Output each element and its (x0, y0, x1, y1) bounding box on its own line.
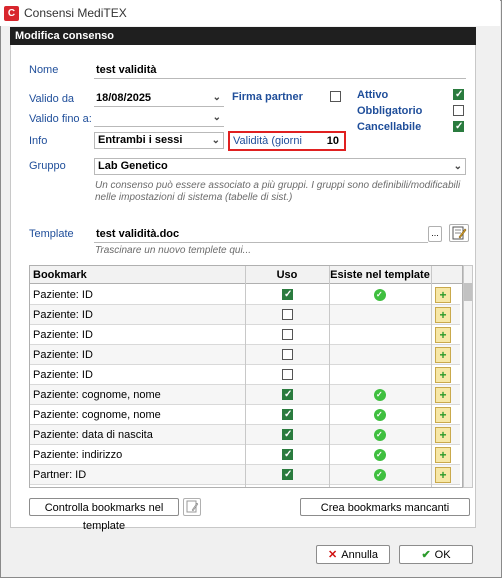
chevron-down-icon[interactable]: ⌄ (213, 90, 221, 105)
controlla-edit-button[interactable] (183, 498, 201, 516)
uso-checkbox[interactable] (282, 349, 293, 360)
window-title: Consensi MediTEX (24, 6, 127, 20)
bookmark-cell: Paziente: ID (33, 349, 93, 361)
checkmark-icon: ✔ (421, 549, 431, 561)
ok-button[interactable]: ✔ OK (399, 545, 473, 564)
template-input[interactable]: test validità.doc (94, 226, 428, 243)
bookmark-cell: Paziente: cognome, nome (33, 409, 161, 421)
meditex-app-icon: C (4, 6, 19, 21)
bookmark-cell: Paziente: data di nascita (33, 429, 153, 441)
validita-value[interactable]: 10 (327, 135, 339, 147)
uso-checkbox[interactable] (282, 389, 293, 400)
add-bookmark-icon[interactable]: + (435, 387, 451, 403)
bookmark-cell: Paziente: ID (33, 369, 93, 381)
uso-checkbox[interactable] (282, 329, 293, 340)
add-bookmark-icon[interactable]: + (435, 367, 451, 383)
obbligatorio-checkbox[interactable] (453, 105, 464, 116)
add-bookmark-icon[interactable]: + (435, 447, 451, 463)
add-bookmark-icon[interactable]: + (435, 467, 451, 483)
bookmark-cell: Partner: ID (33, 469, 87, 481)
add-bookmark-icon[interactable]: + (435, 307, 451, 323)
valido-da-value: 18/08/2025 (96, 92, 152, 104)
nome-input[interactable]: test validità (94, 62, 466, 79)
add-bookmark-icon[interactable]: + (435, 427, 451, 443)
firma-partner-label: Firma partner (232, 91, 303, 103)
template-browse-button[interactable]: ... (428, 226, 442, 242)
column-divider (329, 266, 330, 487)
column-divider (431, 266, 432, 487)
bookmark-cell: Paziente: ID (33, 329, 93, 341)
template-hint: Trascinare un nuovo templete qui... (95, 245, 252, 256)
uso-checkbox[interactable] (282, 309, 293, 320)
chevron-down-icon[interactable]: ⌄ (213, 110, 221, 125)
info-label: Info (29, 135, 48, 147)
attivo-label: Attivo (357, 89, 389, 101)
exists-check-icon (374, 429, 386, 441)
add-bookmark-icon[interactable]: + (435, 287, 451, 303)
valido-da-input[interactable]: 18/08/2025 ⌄ (94, 90, 224, 107)
exists-check-icon (374, 469, 386, 481)
add-bookmark-icon[interactable]: + (435, 327, 451, 343)
valido-da-label: Valido da (29, 93, 75, 105)
exists-check-icon (374, 449, 386, 461)
column-divider (245, 266, 246, 487)
header-uso[interactable]: Uso (245, 266, 329, 284)
bookmark-cell: Paziente: ID (33, 289, 93, 301)
header-esiste[interactable]: Esiste nel template (329, 266, 431, 284)
validita-field[interactable]: Validità (giorni 10 (228, 131, 346, 151)
uso-checkbox[interactable] (282, 409, 293, 420)
ok-label: OK (434, 549, 451, 561)
attivo-checkbox[interactable] (453, 89, 464, 100)
title-bar: C Consensi MediTEX (0, 0, 500, 26)
uso-checkbox[interactable] (282, 429, 293, 440)
template-label: Template (29, 228, 74, 240)
bookmark-table: Bookmark Uso Esiste nel template Pazient… (29, 265, 463, 488)
gruppo-hint: Un consenso può essere associato a più g… (95, 180, 461, 203)
cancellabile-label: Cancellabile (357, 121, 422, 133)
chevron-down-icon[interactable]: ⌄ (454, 159, 462, 174)
exists-check-icon (374, 289, 386, 301)
obbligatorio-label: Obbligatorio (357, 105, 423, 117)
validita-label: Validità (giorni (233, 135, 302, 147)
dialog-title: Modifica consenso (10, 27, 476, 45)
scrollbar-thumb[interactable] (464, 283, 472, 301)
bookmark-cell: Paziente: indirizzo (33, 449, 123, 461)
info-select[interactable]: Entrambi i sessi ⌄ (94, 132, 224, 149)
annulla-button[interactable]: ✕ Annulla (316, 545, 390, 564)
exists-check-icon (374, 409, 386, 421)
header-bookmark[interactable]: Bookmark (30, 266, 245, 284)
crea-bookmarks-button[interactable]: Crea bookmarks mancanti (300, 498, 470, 516)
valido-fino-label: Valido fino a: (29, 113, 92, 125)
uso-checkbox[interactable] (282, 289, 293, 300)
edit-icon (186, 500, 199, 513)
uso-checkbox[interactable] (282, 449, 293, 460)
add-bookmark-icon[interactable]: + (435, 347, 451, 363)
uso-checkbox[interactable] (282, 369, 293, 380)
template-edit-button[interactable] (449, 224, 469, 242)
gruppo-label: Gruppo (29, 160, 66, 172)
gruppo-select[interactable]: Lab Genetico ⌄ (94, 158, 466, 175)
annulla-label: Annulla (341, 549, 378, 561)
bookmark-cell: Paziente: cognome, nome (33, 389, 161, 401)
chevron-down-icon[interactable]: ⌄ (212, 133, 220, 148)
close-icon: ✕ (328, 549, 338, 561)
nome-label: Nome (29, 64, 59, 76)
add-bookmark-icon[interactable]: + (435, 407, 451, 423)
gruppo-value: Lab Genetico (98, 160, 168, 172)
exists-check-icon (374, 389, 386, 401)
info-value: Entrambi i sessi (98, 134, 183, 146)
firma-partner-checkbox[interactable] (330, 91, 341, 102)
uso-checkbox[interactable] (282, 469, 293, 480)
controlla-bookmarks-button[interactable]: Controlla bookmarks nel template (29, 498, 179, 532)
cancellabile-checkbox[interactable] (453, 121, 464, 132)
bookmark-cell: Paziente: ID (33, 309, 93, 321)
edit-document-icon (452, 226, 467, 240)
header-actions (431, 266, 462, 284)
valido-fino-input[interactable]: ⌄ (94, 110, 224, 127)
